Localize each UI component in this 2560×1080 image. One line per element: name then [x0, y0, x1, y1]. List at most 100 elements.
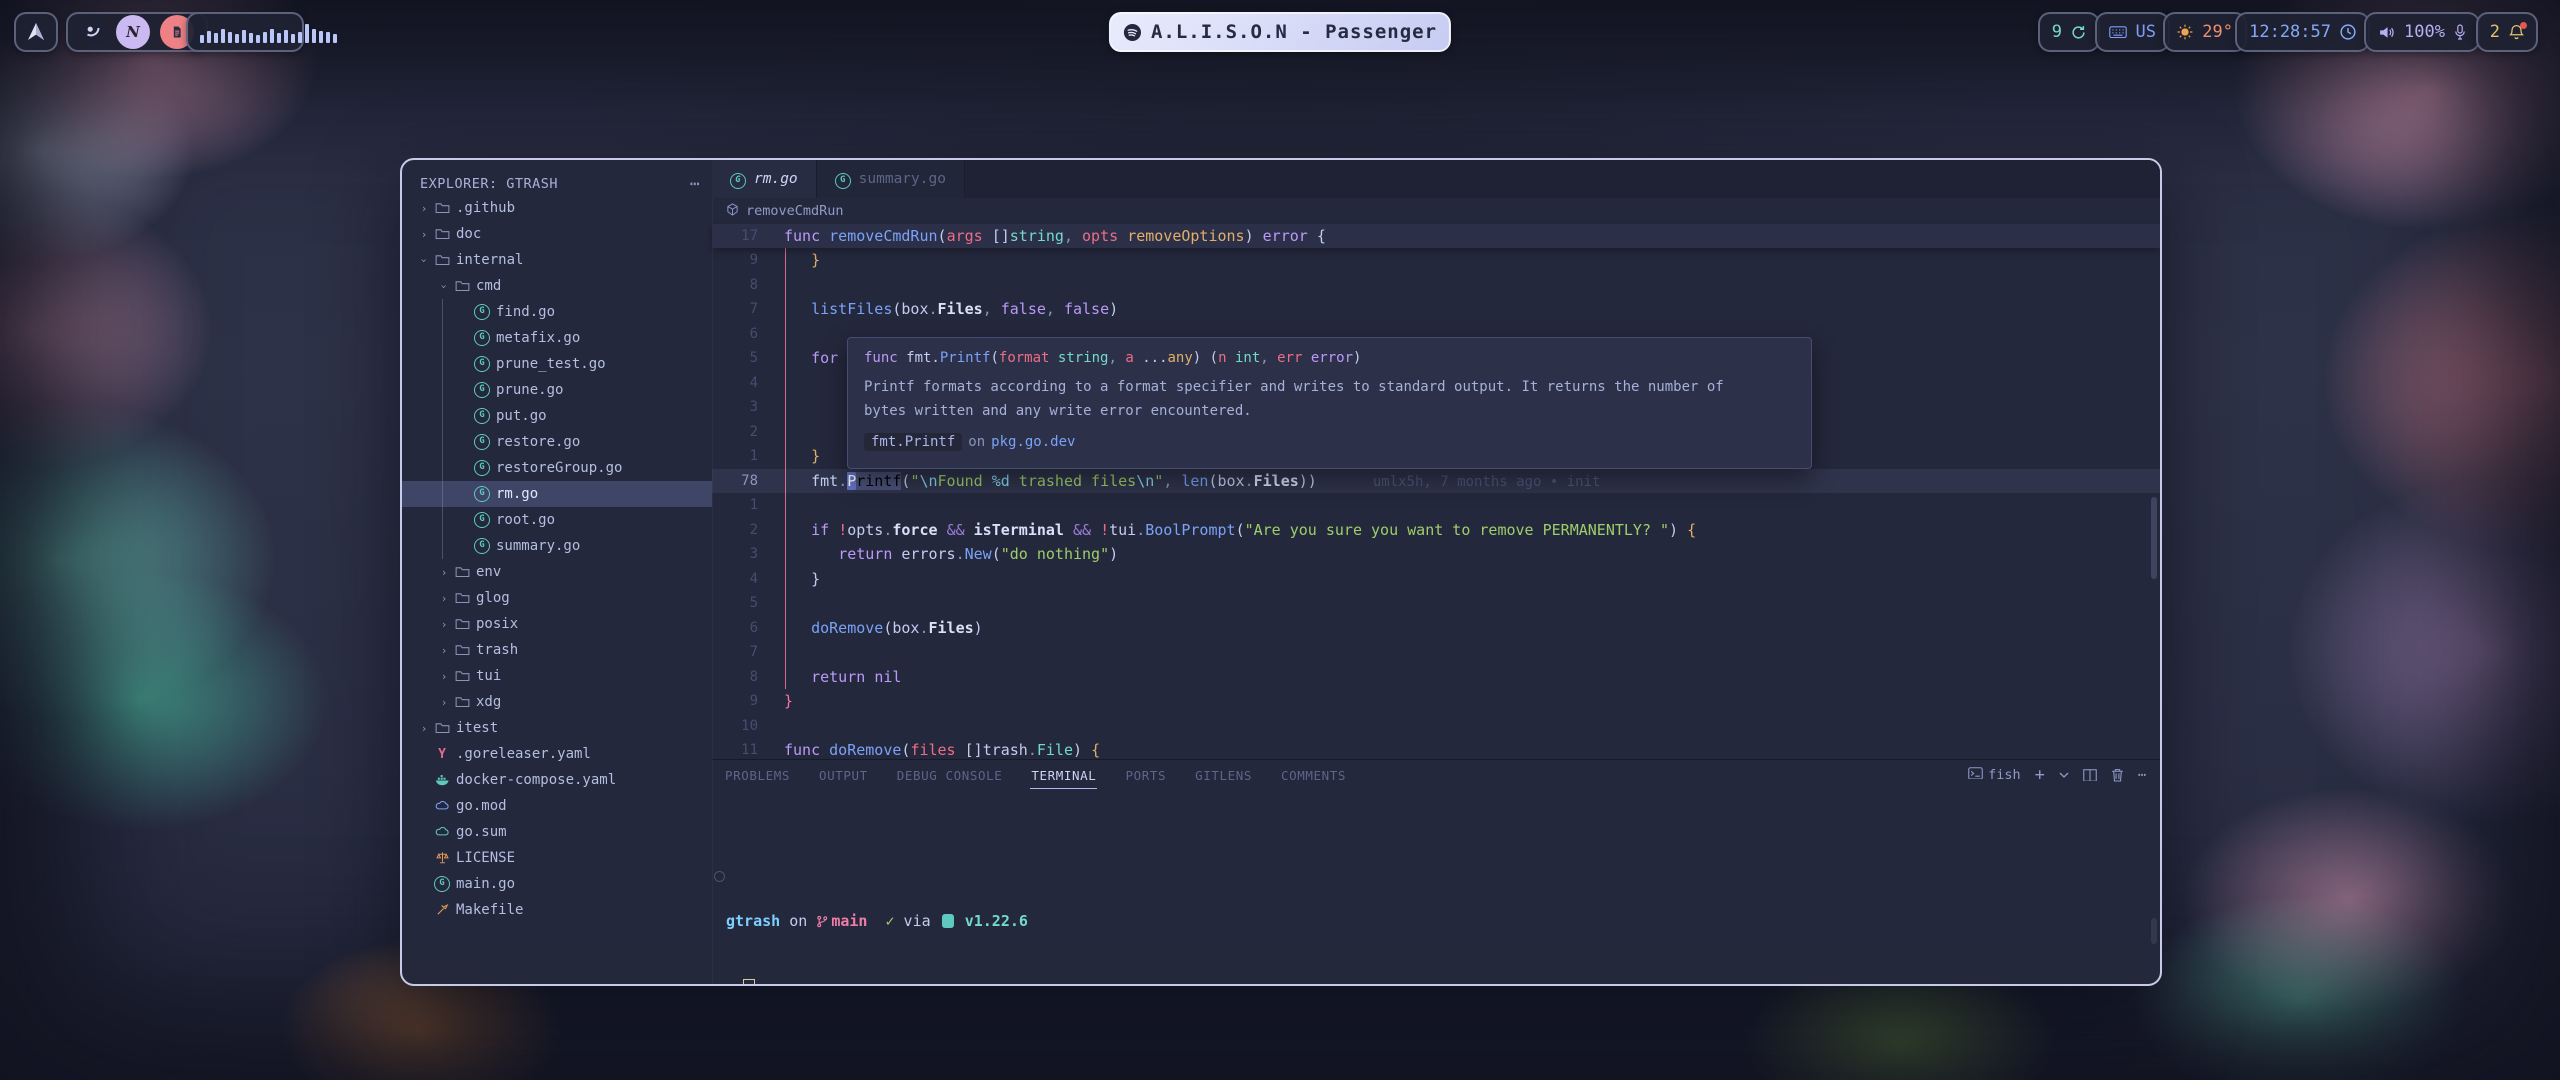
tree-item-.goreleaser.yaml[interactable]: Y.goreleaser.yaml: [402, 741, 712, 767]
code-token: Found: [938, 472, 992, 490]
updates-widget[interactable]: 9: [2038, 12, 2100, 52]
tree-item-docker-compose.yaml[interactable]: docker-compose.yaml: [402, 767, 712, 793]
tree-item-LICENSE[interactable]: LICENSE: [402, 845, 712, 871]
line-number: 9: [712, 252, 758, 268]
n-badge-icon[interactable]: N: [116, 15, 150, 49]
tree-item-root.go[interactable]: Groot.go: [402, 507, 712, 533]
split-terminal-icon[interactable]: [2083, 769, 2097, 782]
code-line[interactable]: 9 }: [712, 248, 2160, 273]
tab-label: rm.go: [754, 171, 798, 187]
code-token: error: [1263, 227, 1308, 245]
tree-item-find.go[interactable]: Gfind.go: [402, 299, 712, 325]
tree-item-doc[interactable]: ›doc: [402, 221, 712, 247]
sticky-code-line[interactable]: 17func removeCmdRun(args []string, opts …: [712, 224, 2160, 248]
panel-tab-debug-console[interactable]: DEBUG CONSOLE: [896, 766, 1004, 785]
now-playing-widget[interactable]: A.L.I.S.O.N - Passenger: [1109, 12, 1451, 52]
code-token: err: [1277, 350, 1302, 366]
tree-item-summary.go[interactable]: Gsummary.go: [402, 533, 712, 559]
active-shell-item[interactable]: fish: [1968, 767, 2021, 784]
tree-item-glog[interactable]: ›glog: [402, 585, 712, 611]
tree-item-cmd[interactable]: ›cmd: [402, 273, 712, 299]
visualizer-bars: [200, 21, 337, 43]
tree-item-prune.go[interactable]: Gprune.go: [402, 377, 712, 403]
tree-item-go.mod[interactable]: go.mod: [402, 793, 712, 819]
globe-icon[interactable]: [80, 19, 106, 45]
pkg-go-dev-link[interactable]: pkg.go.dev: [991, 434, 1075, 450]
tree-item-xdg[interactable]: ›xdg: [402, 689, 712, 715]
tree-item-restore.go[interactable]: Grestore.go: [402, 429, 712, 455]
hover-description: Printf formats according to a format spe…: [864, 375, 1764, 423]
tree-item-trash[interactable]: ›trash: [402, 637, 712, 663]
tree-item-put.go[interactable]: Gput.go: [402, 403, 712, 429]
code-token: Files: [1254, 472, 1299, 490]
breadcrumb[interactable]: removeCmdRun: [712, 198, 2160, 224]
tree-item-main.go[interactable]: Gmain.go: [402, 871, 712, 897]
code-line[interactable]: 4 }: [712, 567, 2160, 592]
code-line[interactable]: 10: [712, 714, 2160, 739]
terminal-scrollbar[interactable]: [2151, 918, 2157, 944]
panel-tab-terminal[interactable]: TERMINAL: [1030, 766, 1097, 785]
code-token: ,: [983, 300, 992, 318]
code-token: .: [956, 545, 965, 563]
tree-item-restoreGroup.go[interactable]: GrestoreGroup.go: [402, 455, 712, 481]
code-line[interactable]: 9}: [712, 689, 2160, 714]
new-terminal-button[interactable]: +: [2035, 765, 2045, 785]
code-line[interactable]: 8: [712, 273, 2160, 298]
panel-tab-ports[interactable]: PORTS: [1124, 766, 1167, 785]
line-number: 4: [712, 375, 758, 391]
clock-widget[interactable]: 12:28:57: [2235, 12, 2370, 52]
tree-item-tui[interactable]: ›tui: [402, 663, 712, 689]
command-decoration-icon[interactable]: [714, 871, 725, 882]
audio-widget[interactable]: 100%: [2364, 12, 2480, 52]
code-line[interactable]: 2 if !opts.force && isTerminal && !tui.B…: [712, 518, 2160, 543]
kill-terminal-trash-icon[interactable]: [2111, 768, 2124, 782]
code-editor[interactable]: 17func removeCmdRun(args []string, opts …: [712, 224, 2160, 760]
code-line[interactable]: 5: [712, 591, 2160, 616]
tab-summary.go[interactable]: Gsummary.go: [817, 160, 965, 198]
panel-tab-output[interactable]: OUTPUT: [818, 766, 869, 785]
launcher-button[interactable]: [14, 12, 58, 52]
code-line[interactable]: 3 return errors.New("do nothing"): [712, 542, 2160, 567]
code-token: }: [811, 570, 820, 588]
tree-item-env[interactable]: ›env: [402, 559, 712, 585]
tree-item-itest[interactable]: ›itest: [402, 715, 712, 741]
tree-item-Makefile[interactable]: Makefile: [402, 897, 712, 923]
code-token: isTerminal: [974, 521, 1064, 539]
code-line[interactable]: 7 listFiles(box.Files, false, false): [712, 297, 2160, 322]
gomod-icon: [432, 800, 452, 811]
tree-indent-guide: [442, 403, 443, 429]
panel-tab-problems[interactable]: PROBLEMS: [724, 766, 791, 785]
visualizer-bar: [263, 32, 267, 43]
code-line[interactable]: 7: [712, 640, 2160, 665]
tree-item-label: env: [476, 564, 501, 580]
code-line[interactable]: 8 return nil: [712, 665, 2160, 690]
code-token: return: [811, 668, 865, 686]
tree-item-internal[interactable]: ›internal: [402, 247, 712, 273]
terminal-content[interactable]: gtrash on main ✓ via v1.22.6 ❯: [726, 844, 2140, 986]
tree-item-prune_test.go[interactable]: Gprune_test.go: [402, 351, 712, 377]
panel-tab-gitlens[interactable]: GITLENS: [1194, 766, 1253, 785]
code-line[interactable]: 6 doRemove(box.Files): [712, 616, 2160, 641]
now-playing-title: A.L.I.S.O.N - Passenger: [1151, 21, 1437, 43]
code-token: File: [1037, 741, 1073, 759]
panel-tab-comments[interactable]: COMMENTS: [1280, 766, 1347, 785]
code-line[interactable]: 1: [712, 493, 2160, 518]
code-token: [965, 521, 974, 539]
tree-item-metafix.go[interactable]: Gmetafix.go: [402, 325, 712, 351]
tree-item-go.sum[interactable]: go.sum: [402, 819, 712, 845]
code-token: [1302, 350, 1310, 366]
panel-more-actions-icon[interactable]: ⋯: [2138, 767, 2146, 783]
tree-item-posix[interactable]: ›posix: [402, 611, 712, 637]
explorer-more-actions-icon[interactable]: ⋯: [690, 174, 700, 193]
tab-rm.go[interactable]: Grm.go: [712, 160, 817, 198]
tree-item-rm.go[interactable]: Grm.go: [402, 481, 712, 507]
keyboard-layout-widget[interactable]: US: [2095, 12, 2170, 52]
code-token: []: [956, 741, 983, 759]
tree-item-label: xdg: [476, 694, 501, 710]
code-token: [1118, 227, 1127, 245]
tree-item-.github[interactable]: ›.github: [402, 195, 712, 221]
notifications-widget[interactable]: 2: [2476, 12, 2538, 52]
code-line[interactable]: 78 fmt.Printf("\nFound %d trashed files\…: [712, 469, 2160, 494]
terminal-profile-chevron-icon[interactable]: [2059, 772, 2069, 778]
editor-scrollbar[interactable]: [2151, 497, 2157, 579]
